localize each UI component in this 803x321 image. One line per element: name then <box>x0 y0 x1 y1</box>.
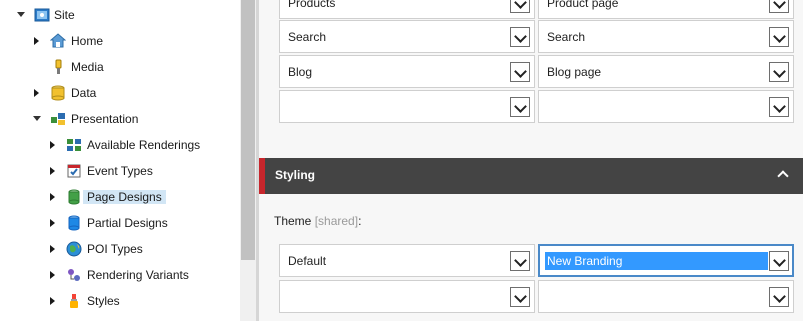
theme-right-select-2[interactable] <box>538 280 794 313</box>
tree-node-label: Home <box>71 34 104 48</box>
expand-toggle[interactable] <box>48 213 58 233</box>
chevron-down-icon <box>773 30 786 43</box>
mapping-left-select-3[interactable]: Blog <box>279 55 535 88</box>
theme-left-select-1[interactable]: Default <box>279 244 535 277</box>
expand-toggle[interactable] <box>48 239 58 259</box>
mapping-right-select-4[interactable] <box>538 90 794 123</box>
styles-icon <box>66 293 82 309</box>
select-value: Default <box>288 254 327 268</box>
dropdown-button[interactable] <box>510 287 530 307</box>
content-panel: Products Product page Search Search Blog… <box>259 0 803 321</box>
renderings-icon <box>66 137 82 153</box>
site-icon <box>34 7 50 23</box>
expand-toggle[interactable] <box>32 31 42 51</box>
theme-label: Theme <box>274 214 312 228</box>
dropdown-button[interactable] <box>510 251 530 271</box>
tree-node-label: Available Renderings <box>87 138 201 152</box>
dropdown-button[interactable] <box>769 0 789 13</box>
collapse-toggle[interactable] <box>16 5 26 25</box>
expand-toggle[interactable] <box>48 161 58 181</box>
tree-node-label: Site <box>54 8 75 22</box>
section-title: Styling <box>275 168 316 182</box>
chevron-down-icon <box>514 65 527 78</box>
partial-designs-icon <box>66 215 82 231</box>
dropdown-button[interactable] <box>769 251 789 271</box>
tree-node-label: Styles <box>87 294 120 308</box>
dropdown-button[interactable] <box>510 0 530 13</box>
select-value: Product page <box>547 0 619 10</box>
tree-node-label: Media <box>71 60 104 74</box>
chevron-down-icon <box>514 100 527 113</box>
mapping-left-select-4[interactable] <box>279 90 535 123</box>
globe-icon <box>66 241 82 257</box>
mapping-right-select-1[interactable]: Product page <box>538 0 794 19</box>
media-icon <box>50 59 66 75</box>
chevron-down-icon <box>773 65 786 78</box>
section-accent <box>259 158 265 194</box>
expand-toggle[interactable] <box>48 135 58 155</box>
select-value: Search <box>547 30 586 44</box>
select-value: Products <box>288 0 336 10</box>
styling-section-header[interactable]: Styling <box>259 158 803 194</box>
dropdown-button[interactable] <box>510 27 530 47</box>
tree-node-label: POI Types <box>87 242 143 256</box>
home-icon <box>49 33 67 49</box>
select-value: Search <box>288 30 327 44</box>
expand-toggle[interactable] <box>32 83 42 103</box>
page-designs-icon <box>66 189 82 205</box>
data-icon <box>50 85 66 101</box>
mapping-left-select-2[interactable]: Search <box>279 20 535 53</box>
tree-node-label: Partial Designs <box>87 216 168 230</box>
dropdown-button[interactable] <box>510 97 530 117</box>
chevron-down-icon <box>514 290 527 303</box>
expand-toggle[interactable] <box>48 291 58 311</box>
chevron-down-icon <box>514 0 527 9</box>
theme-left-select-2[interactable] <box>279 280 535 313</box>
mapping-right-select-2[interactable]: Search <box>538 20 794 53</box>
tree-scrollbar-thumb[interactable] <box>241 0 255 260</box>
tree-node-label: Event Types <box>87 164 153 178</box>
mapping-left-select-1[interactable]: Products <box>279 0 535 19</box>
label-colon: : <box>358 214 362 228</box>
chevron-down-icon <box>514 254 527 267</box>
tree-node-label-selected: Page Designs <box>83 187 166 207</box>
dropdown-button[interactable] <box>769 27 789 47</box>
chevron-down-icon <box>773 0 786 9</box>
select-value-highlighted: New Branding <box>545 252 768 270</box>
dropdown-button[interactable] <box>769 62 789 82</box>
theme-field-label: Theme [shared]: <box>274 214 361 228</box>
select-value: Blog page <box>547 65 602 79</box>
event-types-icon <box>66 163 82 179</box>
chevron-down-icon <box>773 254 786 267</box>
tree-node-label: Presentation <box>71 112 139 126</box>
mapping-right-select-3[interactable]: Blog page <box>538 55 794 88</box>
collapse-toggle[interactable] <box>32 109 42 129</box>
expand-toggle[interactable] <box>48 265 58 285</box>
content-tree: Site Home Media Data Presentation Availa… <box>0 0 240 321</box>
dropdown-button[interactable] <box>769 287 789 307</box>
dropdown-button[interactable] <box>769 97 789 117</box>
expand-toggle[interactable] <box>48 187 58 207</box>
tree-node-label: Data <box>71 86 97 100</box>
select-value: Blog <box>288 65 313 79</box>
theme-right-select-1[interactable]: New Branding <box>538 244 794 277</box>
chevron-down-icon <box>773 100 786 113</box>
chevron-down-icon <box>514 30 527 43</box>
selected-highlight: Page Designs <box>83 190 166 204</box>
variants-icon <box>66 267 82 283</box>
tree-node-label: Rendering Variants <box>87 268 189 282</box>
chevron-down-icon <box>773 290 786 303</box>
collapse-caret-icon[interactable] <box>777 170 789 182</box>
shared-tag: [shared] <box>314 214 359 228</box>
dropdown-button[interactable] <box>510 62 530 82</box>
presentation-icon <box>50 111 66 127</box>
